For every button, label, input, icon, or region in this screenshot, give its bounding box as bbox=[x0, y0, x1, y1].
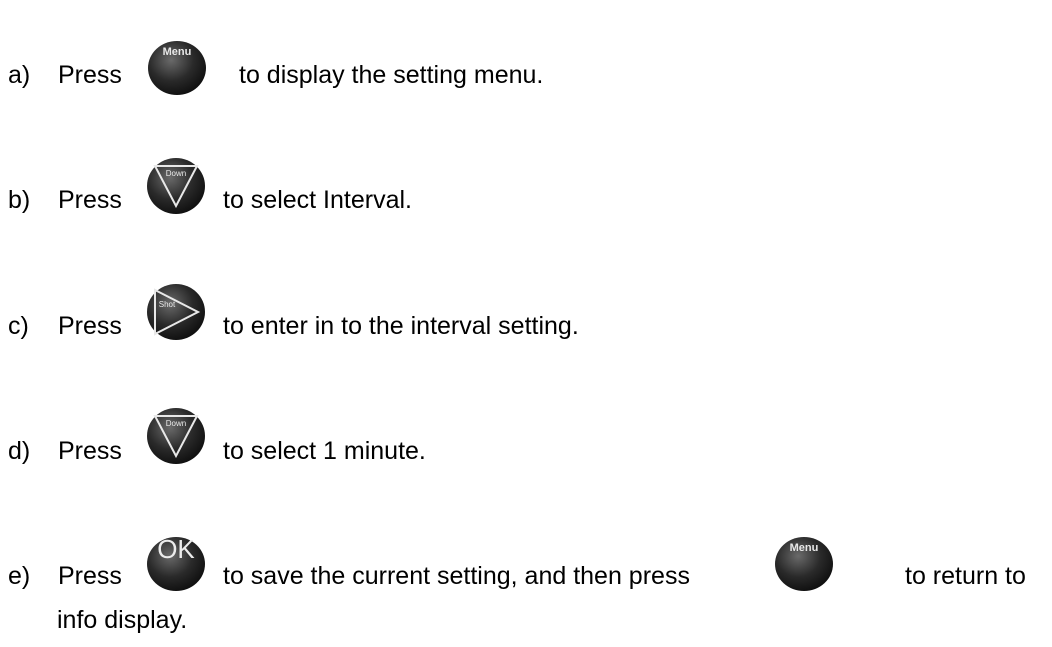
step-e: e) Press to save the current setting, an… bbox=[8, 561, 1026, 591]
step-letter: c) bbox=[8, 312, 29, 340]
shot-label: Shot bbox=[159, 300, 176, 309]
press-word: Press bbox=[58, 562, 122, 590]
menu-label: Menu bbox=[163, 46, 192, 58]
down-label: Down bbox=[166, 419, 186, 428]
step-text-end: to return to bbox=[905, 562, 1026, 590]
step-letter: a) bbox=[8, 61, 31, 89]
ok-label: OK bbox=[157, 534, 195, 564]
press-word: Press bbox=[58, 312, 122, 340]
step-b: b) Press to select Interval. bbox=[8, 185, 412, 215]
step-text: to enter in to the interval setting. bbox=[223, 312, 579, 340]
menu-button-icon: Menu bbox=[770, 526, 838, 594]
step-letter: b) bbox=[8, 186, 31, 214]
down-button-icon: Down bbox=[142, 400, 210, 468]
step-text: to select Interval. bbox=[223, 186, 412, 214]
step-text: to select 1 minute. bbox=[223, 437, 426, 465]
down-button-icon: Down bbox=[142, 150, 210, 218]
step-a: a) Press to display the setting menu. bbox=[8, 60, 543, 90]
step-letter: d) bbox=[8, 437, 31, 465]
menu-label: Menu bbox=[790, 542, 819, 554]
down-label: Down bbox=[166, 169, 186, 178]
menu-button-icon: Menu bbox=[143, 30, 211, 98]
press-word: Press bbox=[58, 186, 122, 214]
ok-button-icon: OK bbox=[142, 526, 210, 594]
press-word: Press bbox=[58, 437, 122, 465]
step-c: c) Press to enter in to the interval set… bbox=[8, 311, 579, 341]
step-e-continuation: info display. bbox=[57, 606, 188, 634]
step-text: to display the setting menu. bbox=[239, 61, 544, 89]
step-text: to save the current setting, and then pr… bbox=[223, 562, 690, 590]
press-word: Press bbox=[58, 61, 122, 89]
step-letter: e) bbox=[8, 562, 31, 590]
step-d: d) Press to select 1 minute. bbox=[8, 436, 426, 466]
shot-button-icon: Shot bbox=[142, 276, 210, 344]
